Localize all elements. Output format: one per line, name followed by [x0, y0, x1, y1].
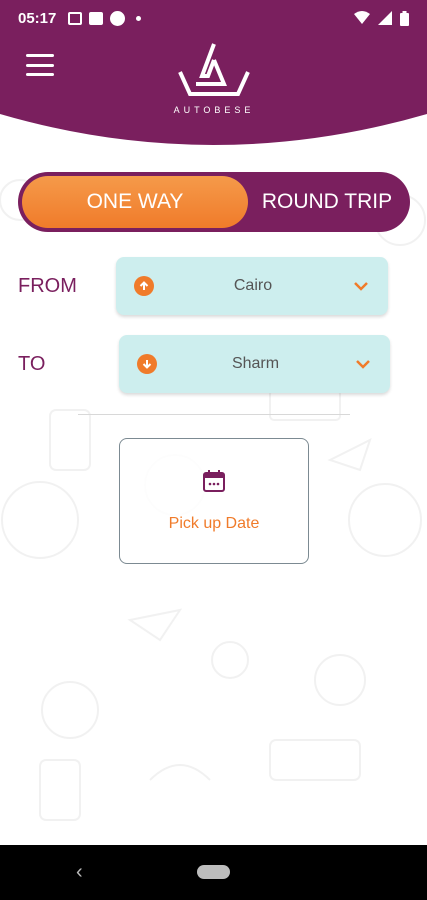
message-icon: [68, 11, 83, 25]
battery-icon: [400, 10, 409, 26]
status-system-icons: [354, 10, 409, 26]
app-header: AUTOBESE: [0, 36, 427, 156]
menu-icon-line: [26, 63, 54, 67]
round-trip-button[interactable]: ROUND TRIP: [248, 176, 406, 228]
home-pill[interactable]: [197, 865, 230, 879]
app-icon: [110, 10, 126, 26]
menu-icon-line: [26, 73, 54, 76]
from-city-select[interactable]: Cairo: [116, 257, 388, 315]
divider: [78, 414, 350, 415]
status-bar: 05:17: [0, 0, 427, 36]
to-city-select[interactable]: Sharm: [119, 335, 390, 393]
facebook-icon: [89, 11, 104, 25]
pickup-date-label: Pick up Date: [168, 515, 260, 532]
logo-text: AUTOBESE: [173, 105, 255, 115]
menu-button[interactable]: [26, 54, 54, 76]
dot-icon: [136, 15, 142, 21]
calendar-icon: [203, 470, 225, 492]
to-label: TO: [18, 353, 46, 375]
menu-icon-line: [26, 54, 54, 57]
status-time: 05:17: [18, 9, 57, 27]
one-way-button[interactable]: ONE WAY: [22, 176, 248, 228]
app-logo: AUTOBESE: [168, 42, 260, 115]
arrow-up-icon: [134, 276, 154, 296]
arrow-down-icon: [137, 354, 157, 374]
from-city-value: Cairo: [233, 277, 273, 294]
from-label: FROM: [18, 275, 77, 297]
status-notifications: [68, 10, 142, 26]
system-nav-bar: ‹: [0, 845, 427, 900]
logo-icon: [178, 43, 250, 96]
chevron-down-icon: [354, 282, 368, 291]
signal-icon: [378, 11, 392, 25]
to-city-value: Sharm: [231, 355, 280, 372]
trip-type-toggle: ONE WAY ROUND TRIP: [18, 172, 410, 232]
back-icon[interactable]: ‹: [76, 861, 83, 884]
chevron-down-icon: [356, 360, 370, 369]
wifi-icon: [354, 11, 370, 24]
pickup-date-button[interactable]: Pick up Date: [119, 438, 309, 564]
